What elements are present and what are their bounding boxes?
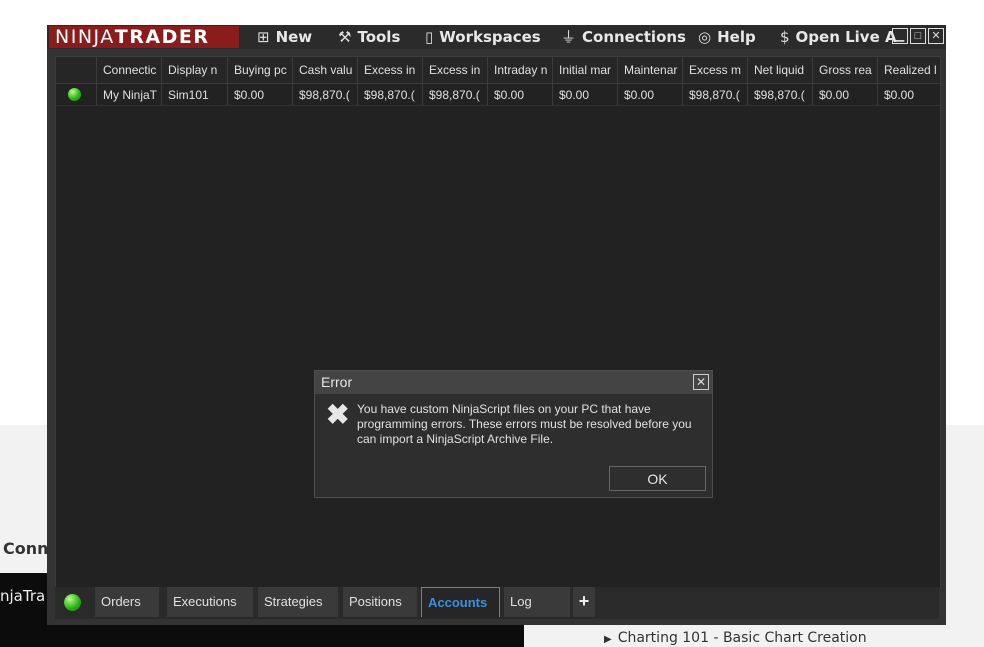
header-gross-realized[interactable]: Gross rea: [813, 57, 878, 84]
table-cell: $98,870.(: [423, 84, 488, 106]
menu-new[interactable]: ⊞ New: [257, 25, 312, 49]
header-maintenance-margin[interactable]: Maintenar: [618, 57, 683, 84]
maximize-icon[interactable]: □: [910, 28, 926, 44]
table-cell: $0.00: [228, 84, 293, 106]
header-connection[interactable]: Connectic: [97, 57, 162, 84]
bottom-tab-strip: Orders Executions Strategies Positions A…: [55, 587, 939, 619]
table-cell: $0.00: [553, 84, 618, 106]
window-controls: ▁ □ ✕: [892, 28, 944, 44]
accounts-grid[interactable]: Connectic Display n Buying pc Cash valu …: [55, 56, 941, 589]
dollar-icon: $: [780, 28, 790, 46]
tab-positions[interactable]: Positions: [343, 587, 417, 617]
new-document-icon: ⊞: [257, 28, 270, 46]
menu-tools[interactable]: ⚒ Tools: [338, 25, 400, 49]
wrench-icon: ⚒: [338, 28, 352, 46]
grid-header: Connectic Display n Buying pc Cash valu …: [56, 57, 940, 84]
menu-connections[interactable]: ⏚ Connections: [561, 25, 686, 49]
table-cell: $98,870.(: [293, 84, 358, 106]
header-realized[interactable]: Realized l: [878, 57, 940, 84]
tab-accounts[interactable]: Accounts: [421, 587, 500, 617]
tab-executions[interactable]: Executions: [167, 587, 253, 617]
table-cell: $98,870.(: [748, 84, 813, 106]
table-cell: $0.00: [488, 84, 553, 106]
title-bar[interactable]: NINJATRADER ⊞ New ⚒ Tools ▯ Workspaces ⏚ Con…: [47, 25, 946, 49]
background-link-label: Charting 101 - Basic Chart Creation: [617, 630, 867, 646]
background-heading: Conn: [3, 539, 49, 558]
table-cell: $0.00: [618, 84, 683, 106]
menu-help[interactable]: ◎ Help: [698, 25, 756, 49]
dialog-title: Error: [321, 374, 353, 390]
menu-workspaces[interactable]: ▯ Workspaces: [425, 25, 541, 49]
table-cell: $98,870.(: [358, 84, 423, 106]
triangle-right-icon: ▶: [604, 634, 612, 645]
background-link[interactable]: ▶ Charting 101 - Basic Chart Creation: [604, 630, 867, 646]
document-icon: ▯: [425, 28, 434, 46]
table-cell: Sim101: [162, 84, 228, 106]
table-cell: My NinjaT: [97, 84, 162, 106]
table-cell: $0.00: [878, 84, 940, 106]
tab-log[interactable]: Log: [504, 587, 570, 617]
menu-open-live-account[interactable]: $ Open Live A: [780, 25, 897, 49]
header-intraday-margin[interactable]: Intraday n: [488, 57, 553, 84]
lifebuoy-icon: ◎: [698, 28, 712, 46]
close-icon[interactable]: ✕: [928, 28, 944, 44]
error-x-icon: ✖: [326, 399, 350, 430]
close-icon[interactable]: ✕: [693, 374, 709, 390]
ninjatrader-logo: NINJATRADER: [49, 26, 239, 48]
header-initial-margin[interactable]: Initial mar: [553, 57, 618, 84]
minimize-icon[interactable]: ▁: [892, 28, 908, 44]
connected-status-icon: [68, 88, 81, 101]
error-dialog: Error ✕ ✖ You have custom NinjaScript fi…: [314, 370, 713, 498]
table-cell: $0.00: [813, 84, 878, 106]
header-excess-initial[interactable]: Excess in: [423, 57, 488, 84]
table-cell: $98,870.(: [683, 84, 748, 106]
table-row[interactable]: My NinjaT Sim101 $0.00 $98,870.( $98,870…: [56, 84, 940, 106]
dialog-title-bar[interactable]: Error: [315, 371, 712, 394]
connection-status-icon: [64, 594, 81, 611]
header-status[interactable]: [56, 57, 97, 84]
header-net-liquidation[interactable]: Net liquid: [748, 57, 813, 84]
add-tab-button[interactable]: +: [573, 587, 595, 617]
header-cash-value[interactable]: Cash valu: [293, 57, 358, 84]
tab-orders[interactable]: Orders: [95, 587, 159, 617]
header-display-name[interactable]: Display n: [162, 57, 228, 84]
tab-strategies[interactable]: Strategies: [258, 587, 338, 617]
error-message: You have custom NinjaScript files on you…: [357, 402, 692, 446]
connection-status-cell: [56, 84, 97, 106]
ok-button[interactable]: OK: [609, 466, 706, 491]
video-thumbnail-text: njaTra: [0, 587, 46, 605]
header-buying-power[interactable]: Buying pc: [228, 57, 293, 84]
header-excess-intraday[interactable]: Excess in: [358, 57, 423, 84]
header-excess-maintenance[interactable]: Excess m: [683, 57, 748, 84]
ninjatrader-window: NINJATRADER ⊞ New ⚒ Tools ▯ Workspaces ⏚ Con…: [47, 25, 946, 625]
plug-icon: ⏚: [561, 28, 577, 46]
